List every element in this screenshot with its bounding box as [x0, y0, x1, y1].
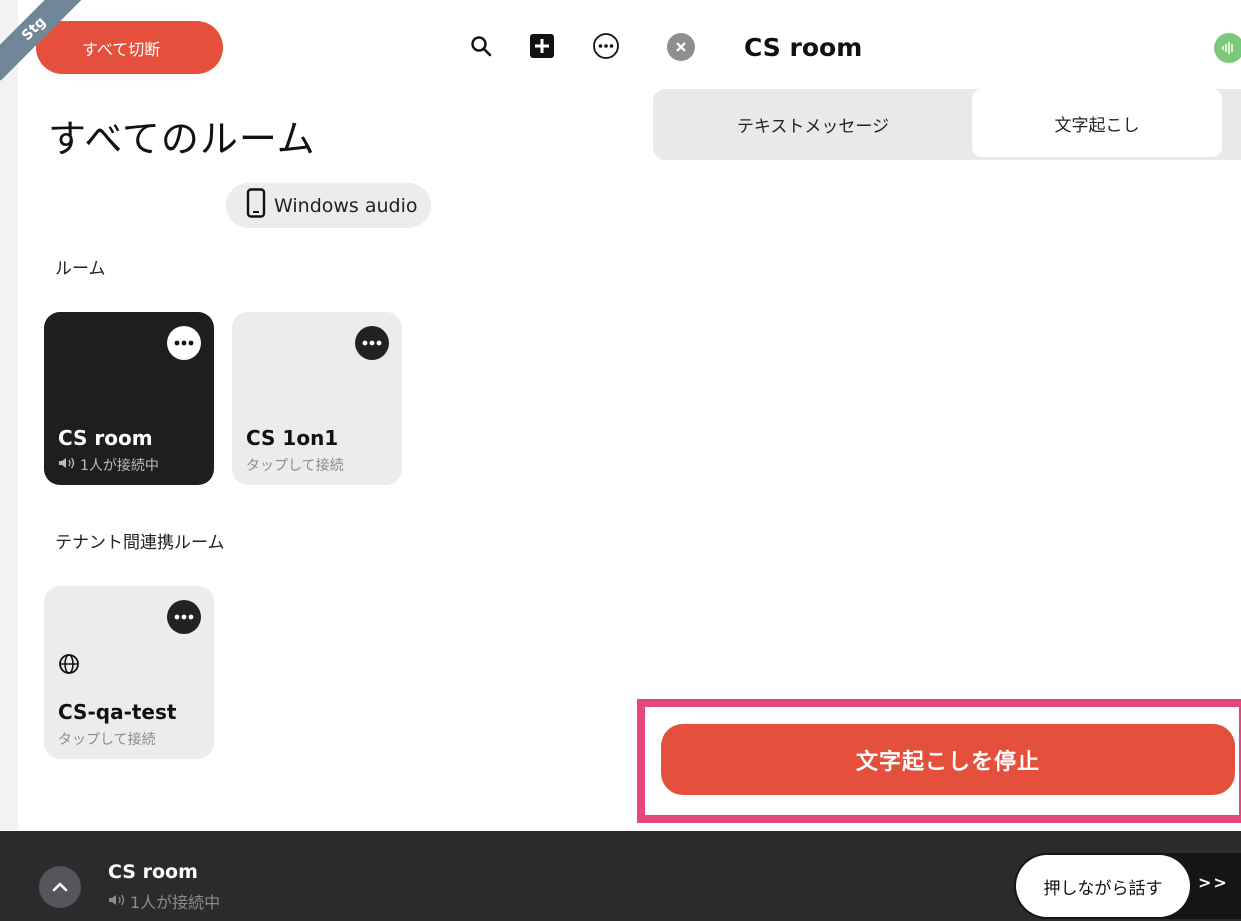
- search-icon[interactable]: [465, 30, 497, 62]
- tab-transcription[interactable]: 文字起こし: [972, 89, 1222, 157]
- room-status-text: タップして接続: [246, 458, 344, 474]
- room-card-cs-1on1[interactable]: CS 1on1 タップして接続: [232, 312, 402, 485]
- room-status-text: 1人が接続中: [80, 458, 159, 474]
- audio-wave-icon: [1214, 33, 1241, 63]
- phone-icon: [246, 188, 266, 223]
- current-room-name: CS room: [108, 861, 198, 883]
- left-edge-strip: [0, 0, 18, 830]
- close-panel-icon[interactable]: [667, 33, 695, 61]
- room-status-text: タップして接続: [58, 732, 156, 748]
- audio-device-label: Windows audio: [274, 194, 418, 217]
- room-name: CS 1on1: [246, 426, 339, 450]
- room-status: 1人が接続中: [58, 455, 159, 475]
- room-more-icon[interactable]: [167, 326, 201, 360]
- current-room-status-text: 1人が接続中: [130, 893, 221, 912]
- speaker-icon: [108, 892, 126, 911]
- room-more-icon[interactable]: [167, 600, 201, 634]
- tenant-rooms-section-label: テナント間連携ルーム: [55, 533, 225, 553]
- panel-room-title: CS room: [744, 33, 863, 62]
- room-card-cs-qa-test[interactable]: CS-qa-test タップして接続: [44, 586, 214, 759]
- push-to-talk-control[interactable]: 押しながら話す >>: [1014, 853, 1241, 919]
- chevron-up-icon[interactable]: [39, 866, 81, 908]
- now-playing-bar: CS room 1人が接続中 押しながら話す >>: [0, 831, 1241, 921]
- page-title: すべてのルーム: [48, 117, 316, 161]
- room-card-cs-room[interactable]: CS room 1人が接続中: [44, 312, 214, 485]
- stop-transcription-button[interactable]: 文字起こしを停止: [661, 724, 1235, 795]
- audio-device-chip[interactable]: Windows audio: [226, 183, 431, 228]
- speaker-icon: [58, 456, 76, 474]
- disconnect-all-label: すべて切断: [82, 39, 161, 59]
- add-room-icon[interactable]: [526, 30, 558, 62]
- current-room-status: 1人が接続中: [108, 889, 220, 913]
- room-more-icon[interactable]: [355, 326, 389, 360]
- globe-icon: [58, 653, 80, 679]
- room-name: CS-qa-test: [58, 700, 177, 724]
- tab-text-messages[interactable]: テキストメッセージ: [653, 89, 973, 160]
- rooms-section-label: ルーム: [55, 259, 106, 279]
- slide-arrows: >>: [1198, 873, 1229, 892]
- more-options-icon[interactable]: [590, 30, 622, 62]
- room-name: CS room: [58, 426, 153, 450]
- disconnect-all-button[interactable]: すべて切断: [36, 21, 223, 74]
- push-to-talk-button[interactable]: 押しながら話す: [1016, 855, 1190, 917]
- panel-tabbar: テキストメッセージ 文字起こし: [653, 89, 1241, 160]
